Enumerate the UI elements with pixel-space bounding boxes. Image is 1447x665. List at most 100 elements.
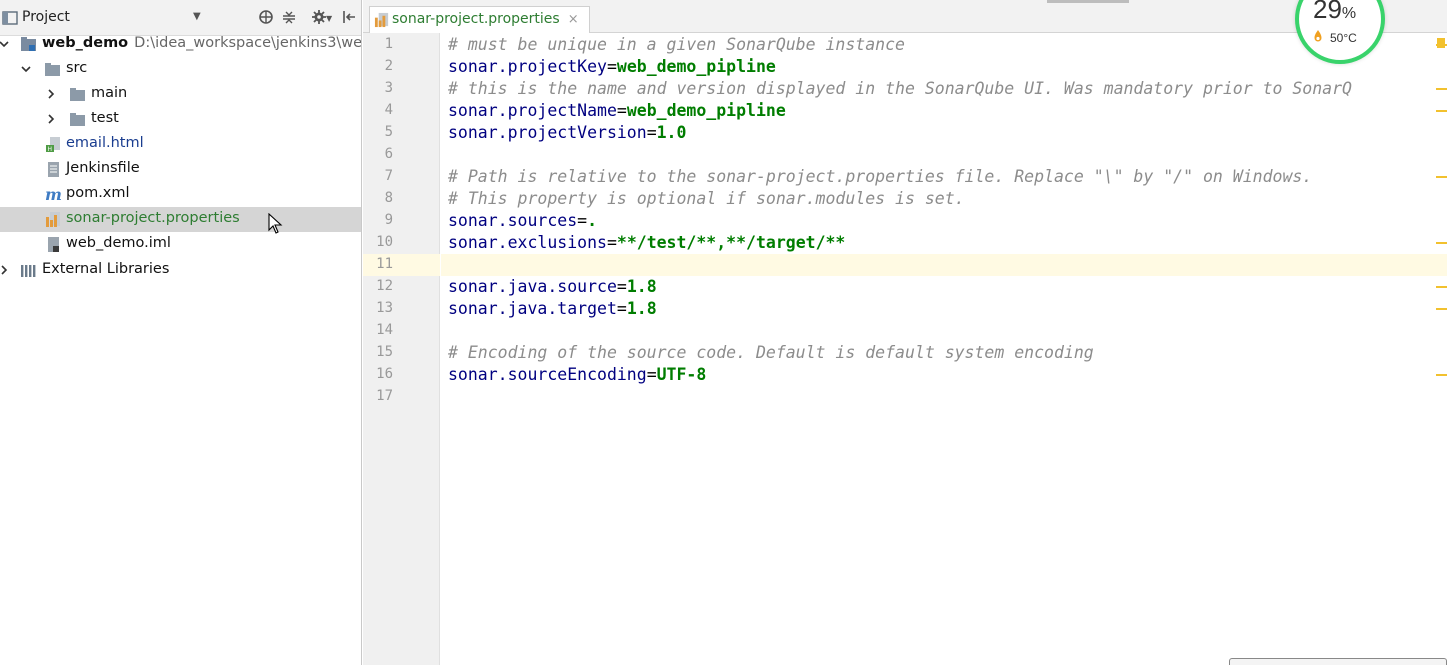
collapse-all-icon[interactable] bbox=[280, 9, 298, 27]
property-key: sonar.projectName bbox=[448, 101, 617, 120]
tree-item-email-html[interactable]: H email.html bbox=[0, 132, 361, 157]
code-line: sonar.sources=. bbox=[448, 210, 597, 232]
target-icon[interactable] bbox=[257, 9, 275, 27]
code-comment: # Path is relative to the sonar-project.… bbox=[448, 167, 1313, 186]
property-key: sonar.projectKey bbox=[448, 57, 607, 76]
hide-panel-icon[interactable] bbox=[340, 9, 358, 27]
tree-item-web-demo[interactable]: web_demoD:\idea_workspace\jenkins3\web_d bbox=[0, 32, 362, 57]
editor-tab-bar: sonar-project.properties × bbox=[363, 0, 1447, 33]
project-panel-header: Project ▼ ▼ bbox=[0, 0, 361, 36]
view-mode-dropdown-icon[interactable]: ▼ bbox=[193, 11, 201, 22]
stripe-marker[interactable] bbox=[1436, 308, 1447, 310]
tab-sonar-project-properties[interactable]: sonar-project.properties × bbox=[369, 6, 590, 33]
chevron-right-icon[interactable] bbox=[45, 87, 57, 101]
temperature-value: 50°C bbox=[1330, 31, 1357, 45]
tree-item-main[interactable]: main bbox=[0, 82, 361, 107]
line-number: 14 bbox=[376, 322, 393, 338]
tree-item-sonar-project-properties[interactable]: sonar-project.properties bbox=[0, 207, 361, 234]
tree-item-web-demo-iml[interactable]: web_demo.iml bbox=[0, 232, 361, 257]
tree-item-label: External Libraries bbox=[42, 261, 170, 277]
analysis-status-icon[interactable] bbox=[1437, 38, 1445, 48]
code-line: sonar.exclusions=**/test/**,**/target/** bbox=[448, 232, 845, 254]
line-number: 9 bbox=[384, 212, 393, 228]
tree-item-label: web_demo.iml bbox=[66, 235, 171, 251]
line-number: 2 bbox=[384, 58, 393, 74]
code-comment: # Encoding of the source code. Default i… bbox=[448, 343, 1094, 362]
property-key: sonar.sources bbox=[448, 211, 578, 230]
code-line: # this is the name and version displayed… bbox=[448, 78, 1352, 100]
stripe-marker[interactable] bbox=[1436, 286, 1447, 288]
gear-dropdown-icon[interactable]: ▼ bbox=[326, 14, 332, 23]
property-separator: = bbox=[646, 123, 657, 142]
property-value: 1.0 bbox=[656, 123, 687, 142]
property-value: . bbox=[587, 211, 598, 230]
property-value: web_demo_pipline bbox=[616, 57, 776, 76]
properties-file-icon bbox=[374, 12, 389, 28]
tree-item-label: src bbox=[66, 60, 88, 76]
text-file-icon bbox=[48, 162, 59, 177]
chevron-right-icon[interactable] bbox=[0, 263, 10, 277]
libraries-icon bbox=[21, 265, 36, 277]
property-key: sonar.java.target bbox=[448, 299, 617, 318]
editor-area: sonar-project.properties × 1 2 3 4 5 6 7 8 9 10 11 1… bbox=[363, 0, 1447, 665]
svg-text:H: H bbox=[48, 146, 53, 153]
line-number: 6 bbox=[384, 146, 393, 162]
stripe-marker[interactable] bbox=[1436, 88, 1447, 90]
tree-item-label: web_demoD:\idea_workspace\jenkins3\web_d bbox=[42, 35, 362, 51]
property-separator: = bbox=[606, 233, 617, 252]
stripe-marker[interactable] bbox=[1436, 176, 1447, 178]
stripe-marker[interactable] bbox=[1436, 110, 1447, 112]
code-comment: # This property is optional if sonar.mod… bbox=[448, 189, 965, 208]
module-folder-icon bbox=[21, 37, 36, 51]
code-line: # This property is optional if sonar.mod… bbox=[448, 188, 965, 210]
line-number: 8 bbox=[384, 190, 393, 206]
close-icon[interactable]: × bbox=[568, 12, 579, 27]
tree-item-external-libraries[interactable]: External Libraries bbox=[0, 258, 361, 283]
thermometer-icon bbox=[1314, 30, 1322, 42]
window-scroll-strip bbox=[1047, 0, 1129, 3]
line-number: 10 bbox=[376, 234, 393, 250]
svg-text:m: m bbox=[45, 186, 62, 203]
properties-file-icon bbox=[46, 212, 60, 227]
code-line: sonar.sourceEncoding=UTF-8 bbox=[448, 364, 706, 386]
code-editor[interactable]: # must be unique in a given SonarQube in… bbox=[441, 33, 1447, 665]
line-number: 13 bbox=[376, 300, 393, 316]
stripe-marker[interactable] bbox=[1436, 374, 1447, 376]
tree-item-label: email.html bbox=[66, 135, 144, 151]
tree-item-src[interactable]: src bbox=[0, 57, 361, 82]
property-value: 1.8 bbox=[626, 277, 657, 296]
line-number: 15 bbox=[376, 344, 393, 360]
code-line: sonar.projectName=web_demo_pipline bbox=[448, 100, 786, 122]
project-tool-window: Project ▼ ▼ web_demo D:\idea_workspace\je… bbox=[0, 0, 362, 665]
tree-item-label: pom.xml bbox=[66, 185, 130, 201]
cpu-usage-value: 29% bbox=[1313, 0, 1357, 24]
property-key: sonar.exclusions bbox=[448, 233, 607, 252]
code-line: sonar.projectKey=web_demo_pipline bbox=[448, 56, 776, 78]
property-key: sonar.projectVersion bbox=[448, 123, 647, 142]
tree-item-label: sonar-project.properties bbox=[66, 210, 240, 226]
property-value: **/test/**,**/target/** bbox=[616, 233, 846, 252]
stripe-marker[interactable] bbox=[1436, 242, 1447, 244]
line-number: 1 bbox=[384, 36, 393, 52]
line-number: 11 bbox=[376, 256, 393, 272]
property-separator: = bbox=[616, 299, 627, 318]
property-key: sonar.java.source bbox=[448, 277, 617, 296]
line-number: 16 bbox=[376, 366, 393, 382]
property-key: sonar.sourceEncoding bbox=[448, 365, 647, 384]
caret-line-highlight bbox=[441, 254, 1447, 276]
chevron-right-icon[interactable] bbox=[45, 112, 57, 126]
stripe-marker[interactable] bbox=[1436, 44, 1447, 46]
tree-item-test[interactable]: test bbox=[0, 107, 361, 132]
tree-item-jenkinsfile[interactable]: Jenkinsfile bbox=[0, 157, 361, 182]
folder-icon bbox=[45, 63, 60, 76]
property-separator: = bbox=[646, 365, 657, 384]
chevron-down-icon[interactable] bbox=[0, 37, 10, 51]
folder-icon bbox=[70, 113, 85, 126]
property-separator: = bbox=[616, 101, 627, 120]
code-line: sonar.java.source=1.8 bbox=[448, 276, 657, 298]
module-path: D:\idea_workspace\jenkins3\web_d bbox=[134, 35, 362, 51]
project-panel-title[interactable]: Project bbox=[22, 9, 70, 25]
chevron-down-icon[interactable] bbox=[20, 62, 32, 76]
tree-item-pom-xml[interactable]: m pom.xml bbox=[0, 182, 361, 207]
iml-file-icon bbox=[48, 237, 59, 252]
